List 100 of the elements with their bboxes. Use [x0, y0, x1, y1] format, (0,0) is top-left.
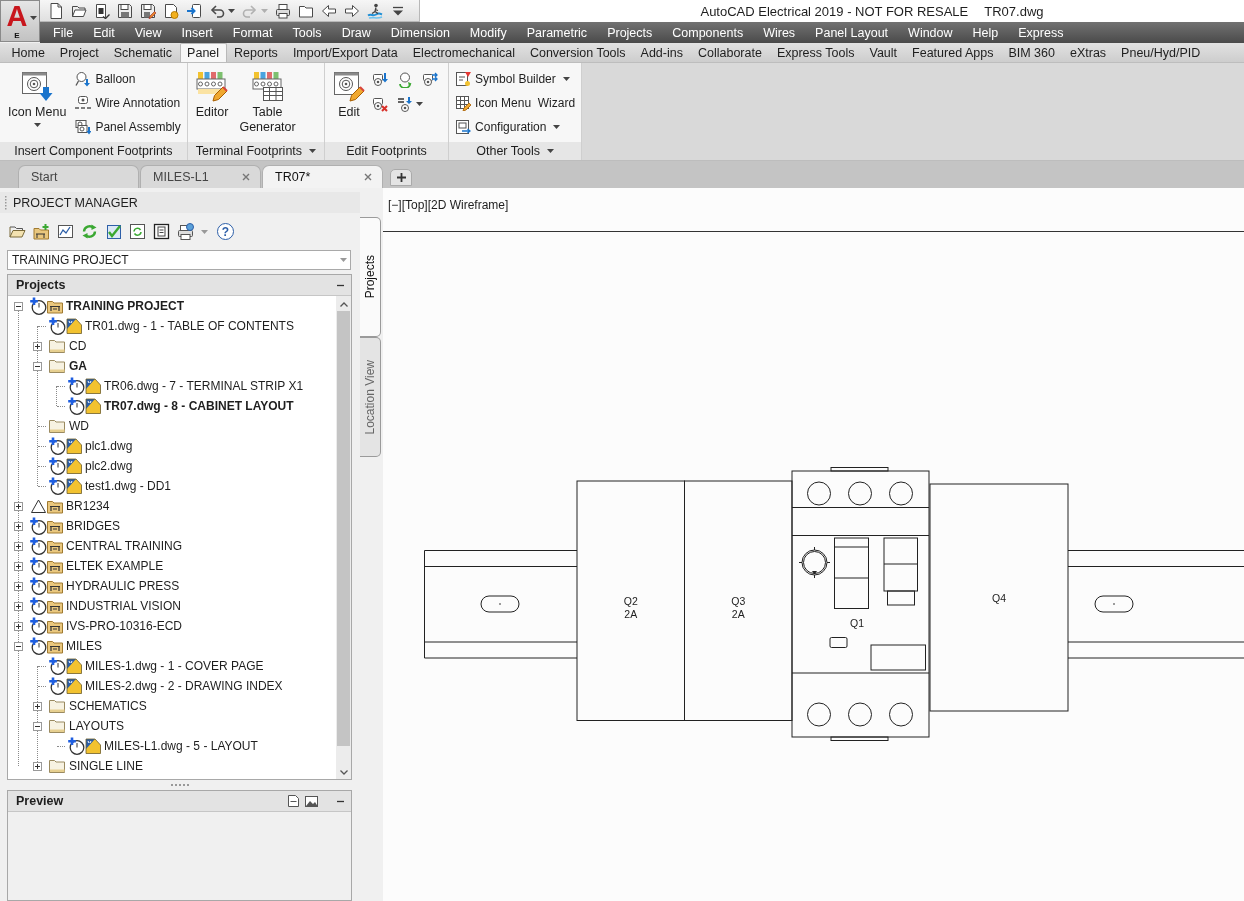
surfer-icon[interactable] — [367, 2, 383, 19]
undo-icon[interactable] — [209, 2, 225, 19]
ribbon-tab[interactable]: Add-ins — [633, 43, 691, 62]
ribbon-tab[interactable]: Home — [4, 43, 53, 62]
menu-item[interactable]: Express — [1008, 25, 1074, 40]
circle-arrows-icon[interactable] — [397, 72, 414, 88]
tree-item-label[interactable]: plc2.dwg — [85, 459, 133, 473]
plus-box-icon[interactable] — [33, 761, 42, 771]
floppy-pencil-icon[interactable] — [140, 2, 156, 19]
caret-icon[interactable] — [33, 123, 41, 127]
save-icon[interactable] — [117, 2, 133, 19]
plus-box-icon[interactable] — [33, 701, 42, 711]
tree-item-label[interactable]: LAYOUTS — [69, 719, 125, 733]
ribbon-tab[interactable]: eXtras — [1062, 43, 1114, 62]
scroll-down-icon[interactable] — [339, 770, 348, 775]
ribbon-tab[interactable]: Conversion Tools — [522, 43, 634, 62]
ribbon-tab[interactable]: BIM 360 — [1000, 43, 1063, 62]
tree-item-label[interactable]: CENTRAL TRAINING — [66, 539, 182, 553]
menu-item[interactable]: Panel Layout — [805, 25, 899, 40]
menu-item[interactable]: Window — [898, 25, 963, 40]
tree-item-label[interactable]: SINGLE LINE — [69, 759, 144, 773]
minus-box-icon[interactable] — [14, 641, 23, 651]
scrollbar-thumb[interactable] — [337, 311, 350, 746]
tree-item-label[interactable]: TR06.dwg - 7 - TERMINAL STRIP X1 — [104, 379, 304, 393]
caret-icon[interactable] — [553, 125, 561, 129]
tree-item-label[interactable]: TR07.dwg - 8 - CABINET LAYOUT — [104, 399, 294, 413]
editor-button[interactable]: Editor — [191, 66, 233, 120]
help-button[interactable]: ? — [217, 223, 234, 240]
page-check-icon[interactable] — [94, 2, 110, 19]
tree-item-label[interactable]: BR1234 — [66, 499, 110, 513]
ribbon-tab[interactable]: Express Tools — [769, 43, 862, 62]
ribbon-tab[interactable]: Project — [52, 43, 107, 62]
tree-item-label[interactable]: CD — [69, 339, 87, 353]
menu-item[interactable]: Draw — [331, 25, 381, 40]
tree-item-label[interactable]: MILES-1.dwg - 1 - COVER PAGE — [85, 659, 264, 673]
balloon-button[interactable]: Balloon — [73, 69, 183, 89]
caret-icon[interactable] — [309, 149, 317, 153]
table-generator-button[interactable]: Table Generator — [235, 66, 300, 135]
plus-box-icon[interactable] — [14, 621, 23, 631]
ribbon-tab[interactable]: Collaborate — [690, 43, 770, 62]
menu-item[interactable]: File — [43, 25, 84, 40]
configuration-button[interactable]: Configuration — [453, 117, 578, 137]
scroll-up-icon[interactable] — [339, 302, 348, 307]
side-tab[interactable]: Projects — [360, 217, 381, 337]
panel-assembly-button[interactable]: Panel Assembly — [73, 117, 183, 137]
menu-item[interactable]: Components — [662, 25, 754, 40]
grip-icon[interactable] — [4, 195, 7, 210]
plus-box-icon[interactable] — [14, 521, 23, 531]
close-icon[interactable] — [364, 173, 372, 181]
framed-page-icon[interactable] — [153, 223, 170, 240]
caret-icon[interactable] — [228, 8, 235, 13]
scrollbar[interactable] — [336, 296, 351, 779]
footprint-arrow-icon[interactable] — [372, 72, 389, 88]
panel-title-bar[interactable]: Other Tools — [449, 142, 582, 160]
print-icon[interactable] — [177, 223, 194, 240]
ribbon-tab[interactable]: Panel — [179, 43, 227, 62]
refresh-icon[interactable] — [81, 223, 98, 240]
document-tab[interactable]: TR07* — [262, 165, 383, 188]
ribbon-tab[interactable]: Schematic — [106, 43, 180, 62]
ribbon-tab[interactable]: Pneu/Hyd/PID — [1113, 43, 1208, 62]
plus-box-icon[interactable] — [14, 581, 23, 591]
project-selector[interactable]: TRAINING PROJECT — [7, 250, 351, 270]
caret-icon[interactable] — [546, 149, 554, 153]
folder-plus-icon[interactable] — [33, 223, 50, 240]
open-folder-icon[interactable] — [9, 223, 26, 240]
tree-item-label[interactable]: plc1.dwg — [85, 439, 133, 453]
minus-box-icon[interactable] — [14, 301, 23, 311]
minus-box-icon[interactable] — [33, 721, 42, 731]
equals-arrow-icon[interactable] — [397, 96, 414, 112]
minus-box-icon[interactable] — [33, 361, 42, 371]
document-tab[interactable]: MILES-L1 — [140, 165, 261, 188]
ribbon-tab[interactable]: Vault — [862, 43, 905, 62]
tree-item-label[interactable]: SCHEMATICS — [69, 699, 147, 713]
plus-box-icon[interactable] — [33, 341, 42, 351]
ribbon-tab[interactable]: Electromechanical — [405, 43, 523, 62]
menu-item[interactable]: Insert — [171, 25, 223, 40]
ribbon-tab[interactable]: Reports — [226, 43, 286, 62]
side-tab[interactable]: Location View — [360, 337, 381, 457]
tree-item-label[interactable]: INDUSTRIAL VISION — [66, 599, 181, 613]
symbol-builder-button[interactable]: Symbol Builder — [453, 69, 578, 89]
menu-item[interactable]: Tools — [282, 25, 332, 40]
footprint-delete-icon[interactable] — [372, 96, 389, 112]
tree-item-label[interactable]: TR01.dwg - 1 - TABLE OF CONTENTS — [85, 319, 294, 333]
menu-item[interactable]: Wires — [753, 25, 806, 40]
ribbon-tab[interactable]: Featured Apps — [904, 43, 1001, 62]
wire-annotation-button[interactable]: Wire Annotation — [73, 93, 183, 113]
tree-item-label[interactable]: TRAINING PROJECT — [66, 299, 184, 313]
plus-box-icon[interactable] — [14, 501, 23, 511]
tree-item-label[interactable]: ELTEK EXAMPLE — [66, 559, 164, 573]
page-icon[interactable] — [288, 795, 299, 807]
plus-box-icon[interactable] — [14, 601, 23, 611]
new-tab-button[interactable] — [390, 169, 412, 186]
menu-item[interactable]: View — [124, 25, 172, 40]
tree-item-label[interactable]: MILES — [66, 639, 102, 653]
menu-item[interactable]: Format — [222, 25, 283, 40]
close-icon[interactable] — [242, 173, 250, 181]
new-file-icon[interactable] — [48, 2, 64, 19]
tree-item-label[interactable]: BRIDGES — [66, 519, 120, 533]
menu-item[interactable]: Parametric — [516, 25, 598, 40]
dropdown-arrow-icon[interactable] — [340, 258, 347, 262]
